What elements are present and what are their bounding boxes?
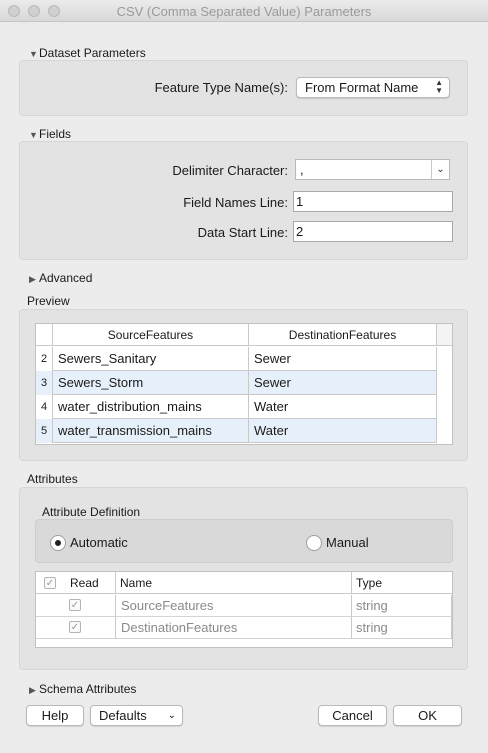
- triangle-down-icon: ▼: [29, 49, 38, 59]
- ok-button[interactable]: OK: [393, 705, 462, 726]
- delimiter-label: Delimiter Character:: [172, 163, 288, 178]
- attribute-type-cell: string: [352, 595, 452, 617]
- up-down-arrows-icon: ▲ ▼: [435, 78, 443, 95]
- field-names-line-input[interactable]: 1: [293, 191, 453, 212]
- field-names-line-label: Field Names Line:: [183, 195, 288, 210]
- attributes-header: Attributes: [27, 472, 78, 486]
- table-row[interactable]: ✓ DestinationFeatures string: [36, 617, 452, 639]
- feature-type-value: From Format Name: [305, 80, 419, 95]
- table-row[interactable]: 2 Sewers_Sanitary Sewer: [36, 347, 437, 371]
- window-title: CSV (Comma Separated Value) Parameters: [116, 4, 372, 19]
- attribute-type-cell: string: [352, 617, 452, 639]
- schema-attributes-label: Schema Attributes: [39, 682, 137, 696]
- table-row[interactable]: 3 Sewers_Storm Sewer: [36, 371, 437, 395]
- source-cell: water_distribution_mains: [53, 395, 249, 419]
- destination-cell: Sewer: [249, 347, 437, 371]
- feature-type-label: Feature Type Name(s):: [154, 80, 288, 95]
- chevron-down-icon[interactable]: ⌄: [431, 160, 449, 179]
- data-start-line-input[interactable]: 2: [293, 221, 453, 242]
- delimiter-value: ,: [300, 162, 304, 177]
- column-header-destination[interactable]: DestinationFeatures: [249, 324, 437, 346]
- triangle-right-icon: ▶: [29, 685, 36, 695]
- preview-table[interactable]: SourceFeatures DestinationFeatures 2 Sew…: [35, 323, 453, 445]
- check-icon[interactable]: ✓: [69, 599, 81, 611]
- read-cell: ✓: [36, 595, 116, 617]
- help-button[interactable]: Help: [26, 705, 84, 726]
- attribute-definition-label: Attribute Definition: [42, 505, 141, 519]
- automatic-radio[interactable]: [50, 535, 66, 551]
- destination-cell: Water: [249, 395, 437, 419]
- feature-type-popup[interactable]: From Format Name ▲ ▼: [296, 77, 450, 98]
- destination-cell: Water: [249, 419, 437, 443]
- check-icon[interactable]: ✓: [44, 577, 56, 589]
- table-row[interactable]: 4 water_distribution_mains Water: [36, 395, 437, 419]
- column-header-type[interactable]: Type: [352, 572, 452, 594]
- row-number-header: [36, 324, 53, 346]
- check-icon[interactable]: ✓: [69, 621, 81, 633]
- triangle-down-icon: ▼: [29, 130, 38, 140]
- row-number: 3: [36, 371, 53, 395]
- preview-header: Preview: [27, 294, 70, 308]
- fields-header[interactable]: ▼Fields: [29, 127, 71, 141]
- schema-attributes-header[interactable]: ▶ Schema Attributes: [29, 682, 136, 696]
- delimiter-combo[interactable]: , ⌄: [295, 159, 450, 180]
- column-header-name[interactable]: Name: [116, 572, 352, 594]
- scrollbar-corner: [437, 324, 452, 346]
- manual-label[interactable]: Manual: [326, 535, 369, 550]
- fields-label: Fields: [39, 127, 72, 141]
- row-number: 4: [36, 395, 53, 419]
- cancel-button[interactable]: Cancel: [318, 705, 387, 726]
- table-row[interactable]: 5 water_transmission_mains Water: [36, 419, 437, 443]
- attribute-name-cell: SourceFeatures: [116, 595, 352, 617]
- automatic-label[interactable]: Automatic: [70, 535, 128, 550]
- source-cell: water_transmission_mains: [53, 419, 249, 443]
- attributes-table[interactable]: ✓ Read Name Type ✓ SourceFeatures string…: [35, 571, 453, 648]
- column-header-source[interactable]: SourceFeatures: [53, 324, 249, 346]
- data-start-line-label: Data Start Line:: [197, 225, 288, 240]
- column-header-read[interactable]: ✓ Read: [36, 572, 116, 594]
- triangle-right-icon: ▶: [29, 274, 36, 284]
- manual-radio[interactable]: [306, 535, 322, 551]
- title-bar: CSV (Comma Separated Value) Parameters: [0, 0, 488, 22]
- source-cell: Sewers_Sanitary: [53, 347, 249, 371]
- table-row[interactable]: ✓ SourceFeatures string: [36, 595, 452, 617]
- advanced-label: Advanced: [39, 271, 93, 285]
- attribute-name-cell: DestinationFeatures: [116, 617, 352, 639]
- chevron-down-icon: ⌄: [167, 710, 176, 721]
- row-number: 2: [36, 347, 53, 371]
- radio-dot-icon: [55, 540, 61, 546]
- defaults-button[interactable]: Defaults ⌄: [90, 705, 183, 726]
- read-header-label: Read: [70, 576, 99, 590]
- advanced-header[interactable]: ▶ Advanced: [29, 271, 92, 285]
- dataset-parameters-label: Dataset Parameters: [39, 46, 146, 60]
- source-cell: Sewers_Storm: [53, 371, 249, 395]
- defaults-label: Defaults: [99, 708, 147, 723]
- row-number: 5: [36, 419, 53, 443]
- destination-cell: Sewer: [249, 371, 437, 395]
- dataset-parameters-header[interactable]: ▼Dataset Parameters: [29, 46, 146, 60]
- read-cell: ✓: [36, 617, 116, 639]
